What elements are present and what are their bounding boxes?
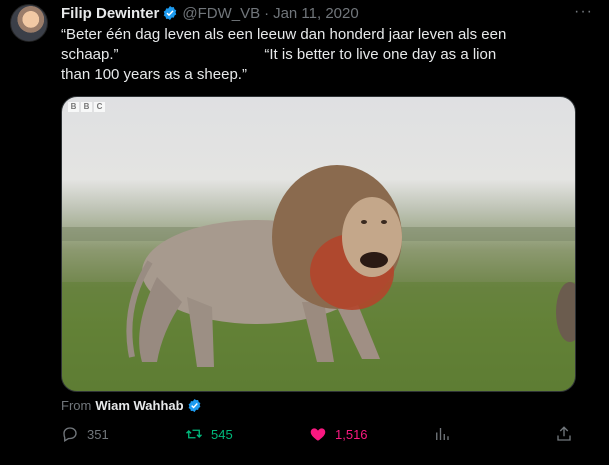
lion-illustration	[62, 165, 575, 391]
views-icon	[436, 428, 449, 440]
tweet-text: “Beter één dag leven als een leeuw dan h…	[61, 25, 561, 85]
retweet-button[interactable]: 545	[185, 425, 233, 443]
video-media[interactable]: B B C	[61, 96, 576, 392]
share-button[interactable]	[555, 425, 581, 443]
tweet[interactable]: Filip Dewinter @FDW_VB · Jan 11, 2020 ··…	[0, 0, 609, 465]
like-count: 1,516	[335, 426, 368, 442]
verified-badge-icon	[188, 398, 200, 413]
video-attribution: From Wiam Wahhab	[61, 398, 206, 413]
tweet-text-line: than 100 years as a sheep.”	[61, 66, 247, 83]
verified-badge-icon	[164, 6, 177, 20]
retweet-count: 545	[211, 426, 233, 442]
share-icon	[557, 426, 571, 441]
tweet-text-line: schaap.” “It is better to live one day a…	[61, 46, 497, 63]
author-handle[interactable]: @FDW_VB	[182, 5, 260, 22]
separator-dot: ·	[264, 4, 270, 22]
tweet-date[interactable]: Jan 11, 2020	[273, 5, 359, 22]
reply-icon	[63, 427, 77, 442]
reply-button[interactable]: 351	[61, 425, 109, 443]
views-button[interactable]	[433, 425, 459, 443]
like-button[interactable]: 1,516	[309, 425, 368, 443]
avatar[interactable]	[10, 4, 48, 42]
attribution-prefix: From	[61, 398, 92, 413]
action-bar: 351 545 1,516	[61, 425, 581, 445]
reply-count: 351	[87, 426, 109, 442]
more-icon[interactable]: ···	[574, 3, 593, 21]
attribution-source[interactable]: Wiam Wahhab	[95, 398, 183, 413]
like-icon	[310, 428, 326, 441]
retweet-icon	[186, 429, 202, 439]
tweet-text-line: “Beter één dag leven als een leeuw dan h…	[61, 26, 507, 43]
author-name[interactable]: Filip Dewinter	[61, 5, 159, 22]
tweet-header: Filip Dewinter @FDW_VB · Jan 11, 2020	[61, 4, 359, 22]
